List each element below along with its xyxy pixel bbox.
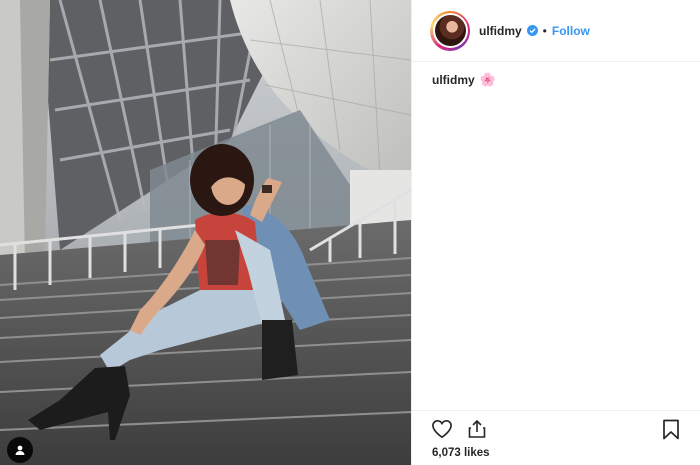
action-bar (412, 410, 700, 446)
separator-dot: • (542, 23, 547, 38)
heart-icon[interactable] (431, 419, 453, 439)
post-caption: ulfidmy 🌸 (412, 62, 700, 88)
post-sidebar: ulfidmy • Follow ulfidmy 🌸 6,073 likes (411, 0, 700, 465)
follow-button[interactable]: Follow (552, 24, 590, 38)
likes-count[interactable]: 6,073 likes (432, 447, 490, 459)
caption-emoji: 🌸 (479, 72, 496, 87)
photo-scene (0, 0, 411, 465)
post-photo[interactable] (0, 0, 411, 465)
user-tag-icon[interactable] (7, 437, 33, 463)
post-header: ulfidmy • Follow (412, 0, 700, 62)
caption-username[interactable]: ulfidmy (432, 73, 475, 87)
username-link[interactable]: ulfidmy (479, 24, 522, 38)
avatar-image (434, 15, 466, 46)
bookmark-icon[interactable] (662, 419, 680, 440)
avatar[interactable] (430, 10, 470, 51)
verified-badge-icon (526, 25, 538, 36)
share-icon[interactable] (467, 419, 487, 439)
